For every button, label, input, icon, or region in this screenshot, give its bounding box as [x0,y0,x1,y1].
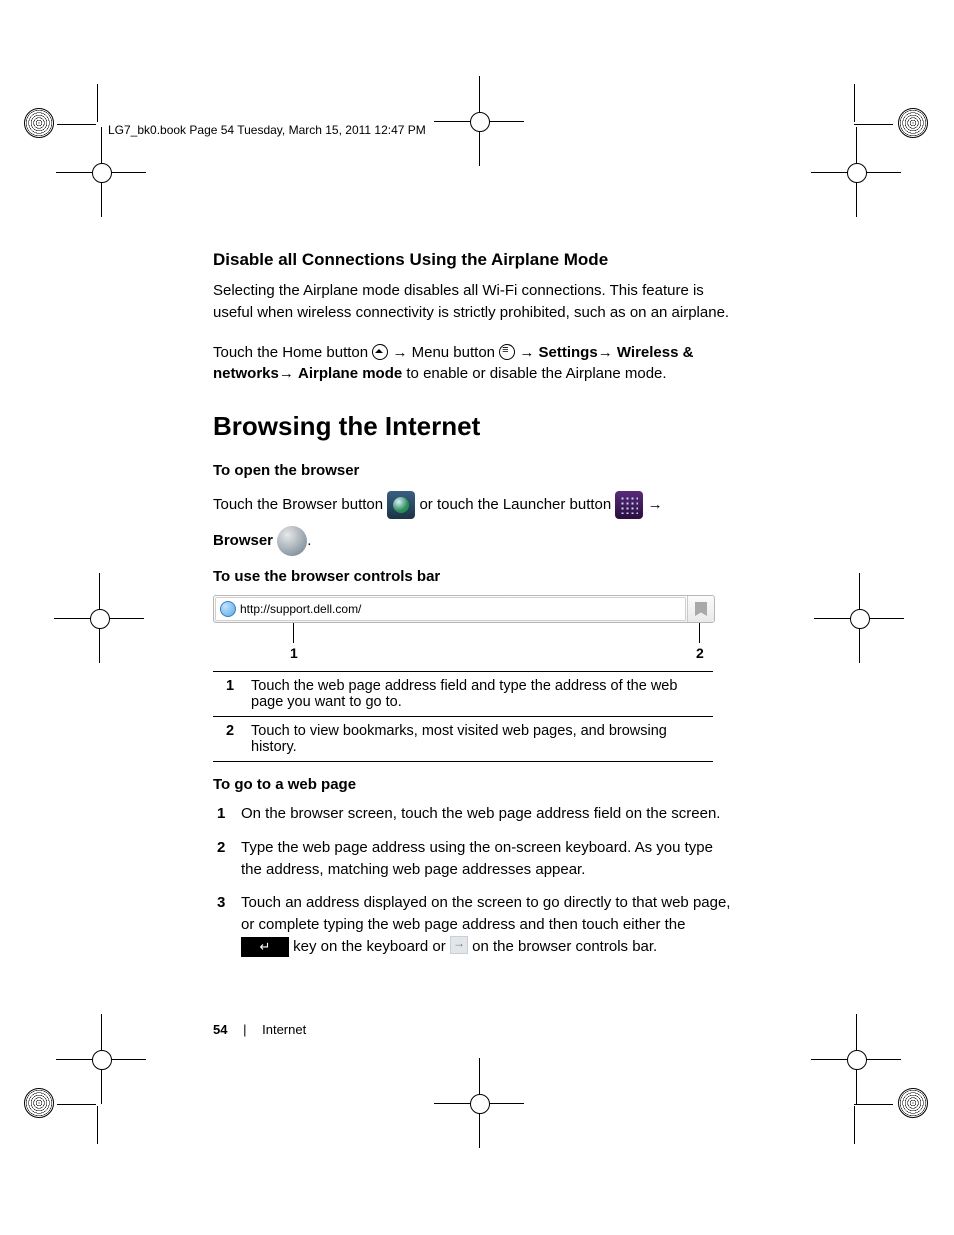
path-airplane: Airplane mode [298,365,402,382]
open-browser-heading: To open the browser [213,462,733,479]
step3-c: on the browser controls bar. [472,938,657,955]
callout-1: 1 [290,645,298,661]
doc-header: LG7_bk0.book Page 54 Tuesday, March 15, … [108,123,426,137]
page-content: Disable all Connections Using the Airpla… [213,250,733,970]
ref-text: Touch the web page address field and typ… [247,672,713,717]
address-field[interactable]: http://support.dell.com/ [215,597,686,621]
bookmarks-button[interactable] [687,596,714,622]
footer-section: Internet [262,1022,306,1037]
open-mid: or touch the Launcher button [419,496,615,513]
launcher-icon [615,491,643,519]
open-browser-label: Browser [213,532,273,549]
path-pre: Touch the Home button [213,344,372,361]
ref-text: Touch to view bookmarks, most visited we… [247,717,713,762]
menu-icon [499,344,515,360]
arrow-icon: → [519,344,534,361]
step3-b: key on the keyboard or [293,938,450,955]
open-browser-line: Touch the Browser button or touch the La… [213,489,733,521]
step-1: On the browser screen, touch the web pag… [213,803,733,825]
enter-key-icon: ↵ [241,937,289,957]
callout-2: 2 [696,645,704,661]
open-browser-line-2: Browser . [213,525,733,557]
period: . [307,532,311,549]
browser-app-icon [387,491,415,519]
footer-sep: | [243,1022,246,1037]
arrow-icon: → [648,496,663,513]
site-icon [220,601,236,617]
arrow-icon: → [392,344,407,361]
airplane-paragraph: Selecting the Airplane mode disables all… [213,280,733,324]
browser-controls-bar: http://support.dell.com/ [213,595,715,623]
controls-heading: To use the browser controls bar [213,568,733,585]
browser-globe-icon [277,526,307,556]
path-mid1: Menu button [412,344,500,361]
step3-a: Touch an address displayed on the screen… [241,894,730,933]
page-footer: 54 | Internet [213,1022,306,1037]
goto-steps: On the browser screen, touch the web pag… [213,803,733,958]
arrow-icon: → [279,365,294,382]
step-2: Type the web page address using the on-s… [213,837,733,881]
goto-heading: To go to a web page [213,776,733,793]
step-3: Touch an address displayed on the screen… [213,892,733,957]
page-number: 54 [213,1022,227,1037]
open-pre: Touch the Browser button [213,496,387,513]
go-arrow-icon [450,936,468,954]
ref-num: 2 [213,717,247,762]
airplane-path: Touch the Home button → Menu button → Se… [213,342,733,386]
path-settings: Settings [539,344,598,361]
path-post: to enable or disable the Airplane mode. [402,365,666,382]
ref-num: 1 [213,672,247,717]
controls-reference-table: 1 Touch the web page address field and t… [213,671,713,762]
address-text: http://support.dell.com/ [240,602,361,616]
callout-row: 1 2 [213,623,713,663]
bookmark-icon [695,602,707,616]
table-row: 1 Touch the web page address field and t… [213,672,713,717]
arrow-icon: → [598,344,613,361]
browsing-title: Browsing the Internet [213,411,733,442]
airplane-title: Disable all Connections Using the Airpla… [213,250,733,270]
home-icon [372,344,388,360]
table-row: 2 Touch to view bookmarks, most visited … [213,717,713,762]
